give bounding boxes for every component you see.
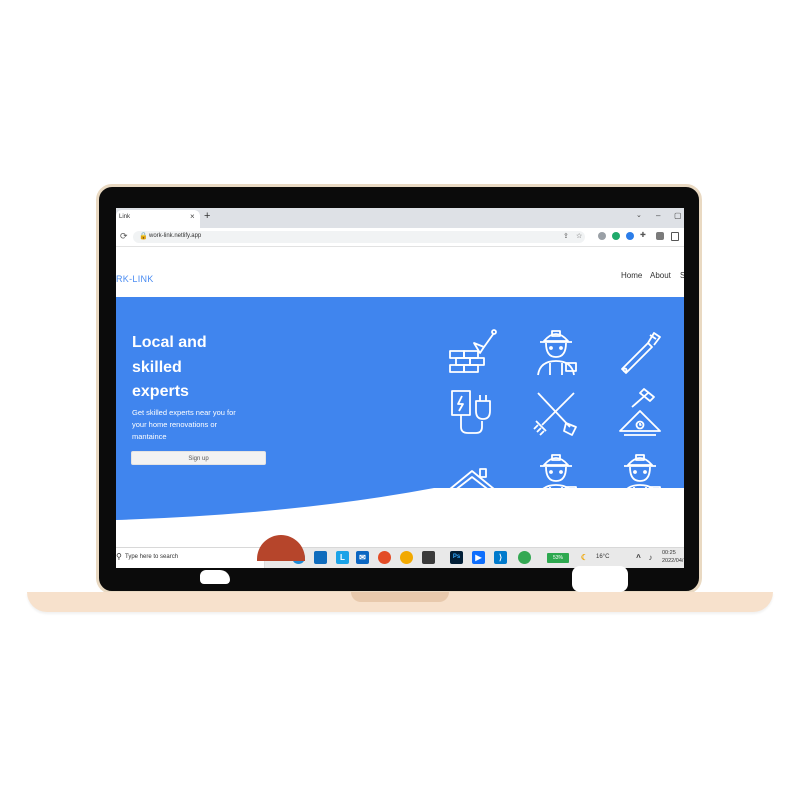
laptop-screen: Link × + ⌄ ‒ ▢ ⟳ 🔒 work-link.netlify.app…: [116, 208, 684, 568]
tab-search-chevron-icon[interactable]: ⌄: [636, 211, 642, 219]
white-smudge: [200, 570, 230, 584]
taskbar-clock[interactable]: 00:25 2022/04/: [662, 549, 683, 565]
chrome-icon[interactable]: [378, 551, 391, 564]
extension-blue-icon[interactable]: [626, 232, 634, 240]
nav-link-about[interactable]: About: [650, 271, 671, 280]
hero-subtitle-line: your home renovations or: [132, 420, 218, 429]
hero-title: Local and skilled experts: [132, 331, 272, 405]
url-text: work-link.netlify.app: [149, 233, 202, 239]
lock-icon: 🔒: [139, 233, 148, 240]
l-app-icon[interactable]: L: [336, 551, 349, 564]
hero-wave-divider: [116, 488, 684, 529]
roof-hammer-icon: [619, 388, 661, 436]
nav-link-home[interactable]: Home: [621, 271, 642, 280]
clock-time: 00:25: [662, 550, 676, 556]
browser-address-bar: ⟳ 🔒 work-link.netlify.app ⇪ ☆ ✚: [116, 228, 684, 247]
taskbar-search-input[interactable]: ⚲ Type here to search: [116, 548, 265, 568]
speaker-icon[interactable]: ♪: [646, 551, 655, 564]
minimize-icon[interactable]: ‒: [656, 211, 660, 220]
tab-close-icon[interactable]: ×: [190, 212, 195, 221]
maximize-icon[interactable]: ▢: [674, 211, 682, 220]
chrome-profile-icon[interactable]: [518, 551, 531, 564]
hero-section: Local and skilled experts Get skilled ex…: [116, 297, 684, 529]
pipe-wrench-icon: [621, 332, 661, 374]
hero-title-line: experts: [132, 383, 189, 400]
new-tab-icon[interactable]: +: [204, 210, 210, 222]
page-content-area: [116, 529, 684, 547]
browser-tab[interactable]: Link ×: [116, 210, 200, 228]
mail-icon[interactable]: ✉: [356, 551, 369, 564]
weather-temperature[interactable]: 16°C: [596, 554, 609, 560]
media-app-icon[interactable]: ▶: [472, 551, 485, 564]
site-logo[interactable]: RK-LINK: [116, 274, 154, 284]
share-icon[interactable]: ⇪: [563, 232, 569, 240]
side-panel-icon[interactable]: [671, 232, 679, 241]
browser-tab-bar: Link × + ⌄ ‒ ▢: [116, 208, 684, 228]
nav-link-truncated[interactable]: S: [680, 271, 684, 280]
sign-up-button[interactable]: Sign up: [131, 451, 266, 465]
extensions-puzzle-icon[interactable]: ✚: [640, 231, 646, 239]
extension-green-icon[interactable]: [612, 232, 620, 240]
shovel-rake-icon: [533, 392, 577, 436]
hero-title-line: Local and: [132, 334, 207, 351]
hero-subtitle-line: Get skilled experts near you for: [132, 408, 236, 417]
clock-date: 2022/04/: [662, 558, 684, 564]
site-navbar: RK-LINK Home About S: [116, 247, 684, 297]
vscode-icon[interactable]: ⟩: [494, 551, 507, 564]
url-input[interactable]: 🔒 work-link.netlify.app ⇪ ☆: [133, 231, 585, 243]
extension-grey2-icon[interactable]: [656, 232, 664, 240]
white-smudge: [572, 566, 628, 592]
hero-title-line: skilled: [132, 358, 182, 376]
yellow-app-icon[interactable]: [400, 551, 413, 564]
reload-icon[interactable]: ⟳: [120, 231, 128, 242]
moon-weather-icon: ☾: [580, 553, 589, 562]
laptop-notch: [351, 592, 449, 602]
battery-indicator[interactable]: 53%: [547, 553, 569, 563]
electric-plug-icon: [451, 390, 491, 434]
taskbar-search-placeholder: Type here to search: [125, 554, 179, 560]
bookmark-star-icon[interactable]: ☆: [576, 232, 582, 240]
hero-subtitle-line: mantaince: [132, 432, 167, 441]
windows-taskbar: ⚲ Type here to search ⧉ L ✉ Ps ▶ ⟩ 53% ☾…: [116, 547, 684, 568]
extension-grey-icon[interactable]: [598, 232, 606, 240]
tab-title: Link: [119, 214, 131, 220]
photoshop-icon[interactable]: Ps: [450, 551, 463, 564]
hero-subtitle: Get skilled experts near you for your ho…: [132, 407, 282, 443]
construction-worker-icon: [537, 330, 577, 376]
store-icon[interactable]: [314, 551, 327, 564]
bricklayer-icon: [449, 329, 497, 373]
dark-app-icon[interactable]: [422, 551, 435, 564]
up-chevron-icon[interactable]: ^: [634, 551, 643, 564]
search-icon: ⚲: [116, 552, 122, 561]
